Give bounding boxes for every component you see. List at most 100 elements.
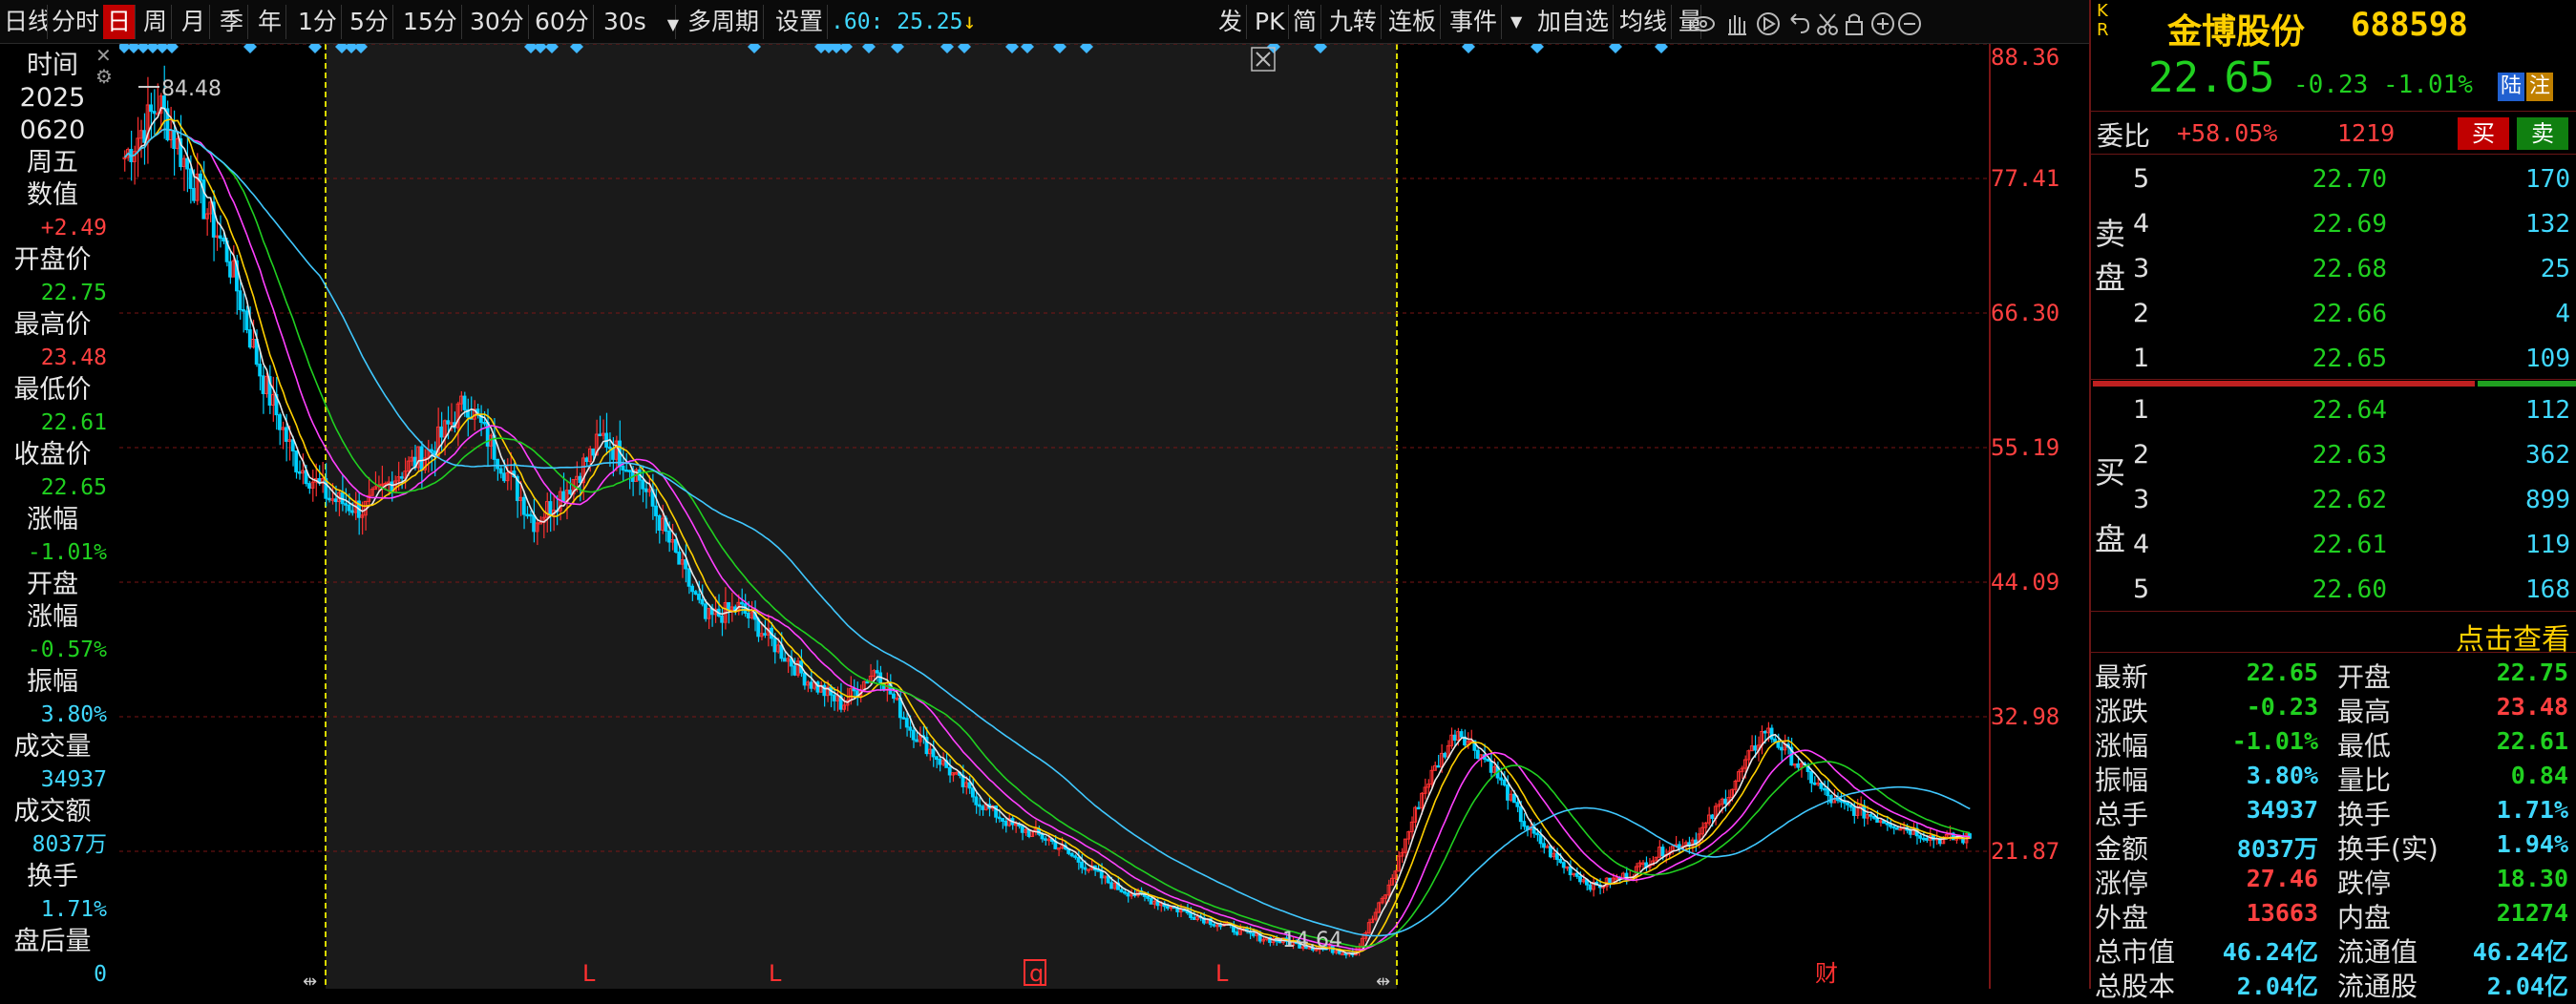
stat-label: 最高 — [2337, 696, 2392, 727]
period-daily-tab[interactable]: 日线 — [0, 5, 48, 39]
amount-value: 8037万 — [32, 832, 107, 857]
tab-quarter[interactable]: 季 — [216, 5, 249, 39]
candle-body — [591, 448, 596, 456]
replay-icon[interactable] — [1757, 12, 1780, 35]
undo-icon[interactable] — [1790, 13, 1810, 33]
candle-body — [1515, 802, 1520, 807]
stat-label: 内盘 — [2337, 902, 2392, 933]
candle-body — [1812, 782, 1817, 785]
order-ratio-value: +58.05% — [2177, 119, 2278, 147]
stock-code[interactable]: 688598 — [2351, 6, 2468, 44]
candle-body — [1235, 931, 1239, 935]
range-end-handle[interactable]: ⇹ — [1376, 972, 1390, 989]
lock-icon[interactable] — [1846, 13, 1863, 35]
tab-30s[interactable]: 30s ▼ — [600, 5, 680, 39]
zoom-in-icon[interactable] — [1871, 12, 1894, 35]
chevron-down-icon: ▼ — [666, 15, 680, 33]
candle-body — [1776, 741, 1781, 748]
sell-button[interactable]: 卖 — [2517, 117, 2568, 150]
bid-level: 1 — [2133, 395, 2150, 425]
candle-body — [1080, 861, 1084, 868]
buy-button[interactable]: 买 — [2458, 117, 2509, 150]
stat-value: -1.01% — [2231, 727, 2318, 755]
tab-year[interactable]: 年 — [254, 5, 287, 39]
price-axis-label: 77.41 — [1991, 165, 2060, 192]
stat-label: 涨跌 — [2095, 696, 2149, 727]
click-view-link[interactable]: 点击查看 — [2456, 616, 2570, 658]
ask-volume: 25 — [2540, 255, 2570, 283]
ask-row[interactable]: 1 22.65 109 — [2091, 342, 2576, 376]
tab-15min[interactable]: 15分 — [399, 5, 462, 39]
tab-60min[interactable]: 60分 — [531, 5, 594, 39]
tab-30min[interactable]: 30分 — [466, 5, 529, 39]
ask-row[interactable]: 4 22.69 132 — [2091, 207, 2576, 241]
gear-icon[interactable]: ⚙ — [95, 65, 113, 88]
publish-button[interactable]: 发 — [1214, 5, 1248, 39]
event-marker-diamond[interactable] — [1655, 44, 1668, 53]
bid-row[interactable]: 2 22.63 362 — [2091, 438, 2576, 472]
bid-row[interactable]: 4 22.61 119 — [2091, 528, 2576, 562]
stat-label: 涨停 — [2095, 868, 2149, 899]
limit-up-board-button[interactable]: 连板 — [1384, 5, 1442, 39]
candle-body — [199, 173, 202, 181]
ask-row[interactable]: 5 22.70 170 — [2091, 162, 2576, 197]
candle-body — [1192, 916, 1196, 920]
tab-day[interactable]: 日 — [103, 5, 137, 39]
bid-row[interactable]: 5 22.60 168 — [2091, 573, 2576, 607]
registration-badge[interactable]: 注 — [2526, 73, 2553, 101]
tab-week[interactable]: 周 — [139, 5, 173, 39]
candle-body — [970, 787, 975, 798]
candle-body — [1908, 829, 1912, 835]
zoom-out-icon[interactable] — [1898, 12, 1921, 35]
event-marker-diamond[interactable] — [1609, 44, 1622, 53]
close-icon[interactable]: ✕ — [95, 44, 112, 67]
bid-row[interactable]: 3 22.62 899 — [2091, 483, 2576, 517]
bottom-marker-l[interactable]: L — [582, 960, 596, 987]
event-marker-diamond[interactable] — [1531, 44, 1544, 53]
eye-icon[interactable] — [1692, 16, 1715, 31]
event-marker-diamond[interactable] — [308, 44, 322, 53]
kline-chart-area[interactable]: 84.48 14.64 L L q L 财 ⇹ ⇹ — [119, 44, 1991, 989]
order-ratio-row: 委比 +58.05% 1219 买 卖 — [2091, 111, 2576, 155]
add-watchlist-button[interactable]: 加自选 — [1533, 5, 1615, 39]
tab-intraday[interactable]: 分时 — [48, 5, 105, 39]
ask-row[interactable]: 3 22.68 25 — [2091, 252, 2576, 286]
event-marker-diamond[interactable] — [165, 44, 179, 53]
selection-range[interactable] — [326, 44, 1397, 989]
settings-button[interactable]: 设置 — [771, 5, 829, 39]
scissors-icon[interactable] — [1817, 13, 1838, 35]
bottom-marker-q[interactable]: q — [1029, 960, 1044, 987]
multi-period-button[interactable]: 多周期 — [684, 5, 765, 39]
hand-icon[interactable] — [1728, 15, 1746, 35]
pk-button[interactable]: PK — [1251, 5, 1290, 39]
hk-connect-badge[interactable]: 陆 — [2498, 73, 2524, 101]
ask-row[interactable]: 2 22.66 4 — [2091, 297, 2576, 331]
event-marker-diamond[interactable] — [1462, 44, 1475, 53]
tab-5min[interactable]: 5分 — [346, 5, 393, 39]
kline-chart[interactable]: 84.48 14.64 L L q L 财 ⇹ ⇹ — [119, 44, 1991, 989]
candle-body — [938, 759, 942, 765]
open-change-label-1: 开盘 — [27, 570, 78, 599]
bottom-marker-l[interactable]: L — [1215, 960, 1229, 987]
bottom-marker-l[interactable]: L — [769, 960, 782, 987]
candle-body — [809, 681, 813, 689]
nine-turn-button[interactable]: 九转 — [1325, 5, 1383, 39]
range-start-handle[interactable]: ⇹ — [303, 972, 317, 989]
stock-name[interactable]: 金博股份 — [2167, 4, 2305, 53]
events-button[interactable]: 事件 — [1446, 5, 1503, 39]
bid-row[interactable]: 1 22.64 112 — [2091, 393, 2576, 428]
tab-month[interactable]: 月 — [178, 5, 211, 39]
candle-body — [1809, 770, 1813, 784]
bottom-marker-finance[interactable]: 财 — [1815, 960, 1838, 987]
stat-label: 跌停 — [2337, 868, 2392, 899]
events-dropdown-icon[interactable]: ▼ — [1507, 5, 1526, 39]
simple-button[interactable]: 简 — [1289, 5, 1322, 39]
event-marker-diamond[interactable] — [243, 44, 257, 53]
candle-body — [482, 421, 487, 425]
candle-body — [1076, 856, 1081, 863]
ma-lines-button[interactable]: 均线 — [1615, 5, 1673, 39]
candle-body — [1779, 746, 1784, 751]
bid-level: 4 — [2133, 530, 2150, 559]
tab-1min[interactable]: 1分 — [294, 5, 342, 39]
candle-body — [1123, 890, 1127, 894]
